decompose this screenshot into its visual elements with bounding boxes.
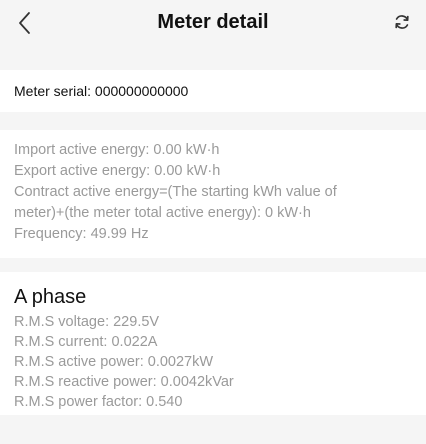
- refresh-icon: [395, 15, 409, 29]
- rms-voltage: R.M.S voltage: 229.5V: [14, 314, 160, 330]
- phase-title: A phase: [14, 286, 87, 308]
- energy-info-card: Import active energy: 0.00 kW·h Export a…: [0, 130, 426, 258]
- rms-power-factor: R.M.S power factor: 0.540: [14, 394, 183, 410]
- rms-active-power: R.M.S active power: 0.0027kW: [14, 354, 214, 370]
- rms-current: R.M.S current: 0.022A: [14, 334, 158, 350]
- header-bar: Meter detail: [0, 0, 426, 46]
- phase-a-card: A phase R.M.S voltage: 229.5V R.M.S curr…: [0, 272, 426, 415]
- page-title: Meter detail: [157, 11, 269, 33]
- export-active-energy: Export active energy: 0.00 kW·h: [14, 163, 221, 179]
- rms-reactive-power: R.M.S reactive power: 0.0042kVar: [14, 374, 234, 390]
- meter-serial-label: Meter serial: 000000000000: [14, 83, 189, 99]
- frequency: Frequency: 49.99 Hz: [14, 226, 149, 242]
- contract-active-energy-line-1: Contract active energy=(The starting kWh…: [14, 184, 337, 200]
- contract-active-energy-line-2: meter)+(the meter total active energy): …: [14, 205, 311, 221]
- import-active-energy: Import active energy: 0.00 kW·h: [14, 142, 220, 158]
- refresh-button[interactable]: [392, 12, 412, 32]
- meter-serial-card: Meter serial: 000000000000: [0, 70, 426, 112]
